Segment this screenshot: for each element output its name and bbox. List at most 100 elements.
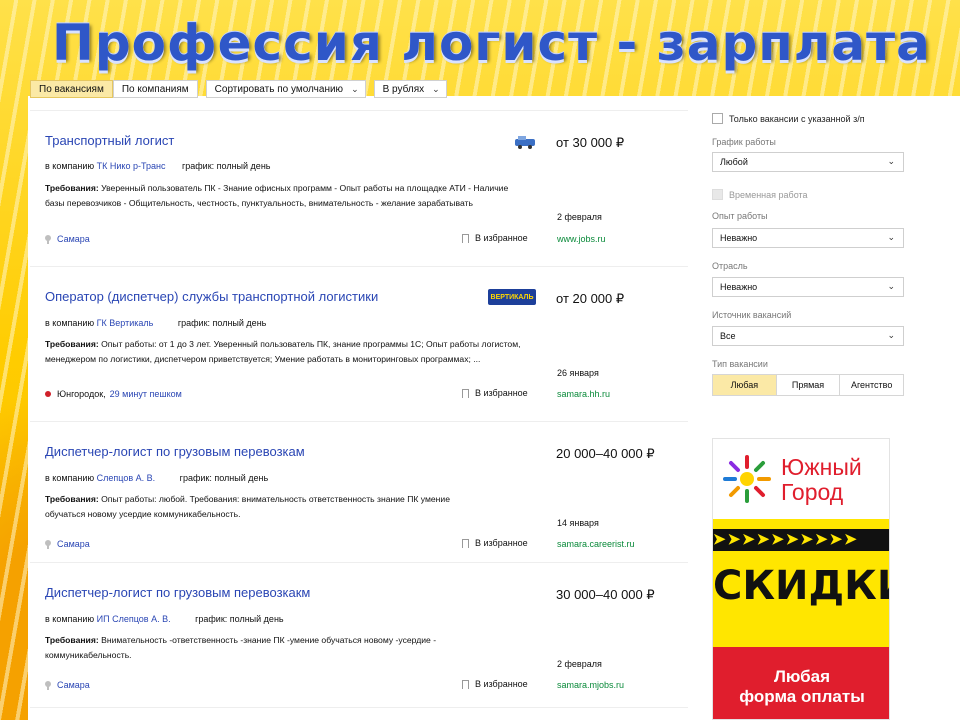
walk-time-link[interactable]: 29 минут пешком [110, 389, 182, 399]
chevron-down-icon: ⌄ [887, 232, 895, 242]
vacancy-requirements: Требования: Опыт работы: от 1 до 3 лет. … [45, 337, 525, 367]
vacancy-salary: от 20 000 ₽ [556, 291, 625, 306]
chevron-down-icon: ⌄ [351, 83, 359, 94]
favorites-label: В избранное [475, 233, 528, 243]
vacancy-source-link[interactable]: samara.mjobs.ru [557, 680, 624, 690]
vacancy-requirements: Требования: Внимательность -ответственно… [45, 633, 495, 663]
schedule-label: график: [195, 614, 228, 624]
source-filter-label: Источник вакансий [712, 310, 792, 320]
ad-arrow-stripe: ➤➤➤➤➤➤➤➤➤➤ [713, 529, 889, 551]
vacancy-card: Диспетчер-логист по грузовым перевозкам … [30, 421, 688, 562]
vacancy-source-link[interactable]: samara.hh.ru [557, 389, 610, 399]
sort-dropdown[interactable]: Сортировать по умолчанию ⌄ [205, 80, 366, 98]
industry-select-value: Неважно [720, 282, 758, 292]
industry-filter-label: Отрасль [712, 261, 748, 271]
industry-select[interactable]: Неважно ⌄ [712, 277, 904, 297]
vacancy-type-direct[interactable]: Прямая [777, 375, 841, 395]
tab-by-vacancies[interactable]: По вакансиям [30, 80, 113, 98]
requirements-text: Внимательность -ответственность -знание … [45, 635, 437, 660]
schedule-value: полный день [216, 161, 271, 171]
vacancy-card: Диспетчер-логист по грузовым перевозкакм… [30, 562, 688, 708]
vacancy-date: 2 февраля [557, 212, 602, 222]
requirements-text: Уверенный пользователь ПК - Знание офисн… [45, 183, 509, 208]
temporary-work-label: Временная работа [729, 189, 808, 200]
checkbox-icon [712, 113, 723, 124]
vacancy-location: Самара [45, 680, 90, 690]
vacancy-source-link[interactable]: www.jobs.ru [557, 234, 606, 244]
company-prefix: в компанию [45, 473, 95, 483]
schedule-value: полный день [214, 473, 269, 483]
requirements-label: Требования: [45, 494, 99, 504]
favorites-label: В избранное [475, 388, 528, 398]
temporary-work-checkbox[interactable]: Временная работа [712, 189, 808, 200]
experience-filter-label: Опыт работы [712, 211, 768, 221]
vacancy-company-row: в компанию ГК Вертикаль график: полный д… [45, 318, 266, 328]
chevron-down-icon: ⌄ [887, 156, 895, 166]
metro-station: Юнгородок, [57, 389, 106, 399]
salary-only-label: Только вакансии с указанной з/п [729, 113, 865, 124]
vacancy-card: Оператор (диспетчер) службы транспортной… [30, 266, 688, 421]
add-to-favorites-button[interactable]: В избранное [462, 538, 528, 549]
bookmark-icon [462, 388, 469, 399]
tab-by-companies[interactable]: По компаниям [112, 80, 198, 98]
ad-brand-line1: Южный [781, 454, 862, 480]
bookmark-icon [462, 679, 469, 690]
schedule-select[interactable]: Любой ⌄ [712, 152, 904, 172]
location-link[interactable]: Самара [57, 539, 90, 549]
schedule-select-value: Любой [720, 157, 748, 167]
vacancy-card: Транспортный логист от 30 000 ₽ в компан… [30, 110, 688, 266]
vacancy-type-any[interactable]: Любая [713, 375, 777, 395]
schedule-label: график: [181, 161, 215, 171]
checkbox-icon [712, 189, 723, 200]
ad-brand-line2: Город [781, 479, 844, 505]
vacancy-company-row: в компанию ТК Нико р-Транс график: полны… [45, 161, 270, 171]
requirements-label: Требования: [45, 339, 99, 349]
company-link[interactable]: ТК Нико р-Транс [97, 161, 166, 171]
source-select[interactable]: Все ⌄ [712, 326, 904, 346]
add-to-favorites-button[interactable]: В избранное [462, 233, 528, 244]
ad-sale-text: СКИДКИ [713, 563, 889, 609]
location-link[interactable]: Самара [57, 680, 90, 690]
vacancy-source-link[interactable]: samara.careerist.ru [557, 539, 635, 549]
vacancy-salary: 30 000–40 000 ₽ [556, 587, 655, 602]
add-to-favorites-button[interactable]: В избранное [462, 679, 528, 690]
advertisement-banner[interactable]: Южный Город ➤➤➤➤➤➤➤➤➤➤ СКИДКИ Любая форм… [712, 438, 890, 720]
currency-dropdown[interactable]: В рублях ⌄ [373, 80, 447, 98]
vacancy-salary: от 30 000 ₽ [556, 135, 625, 150]
add-to-favorites-button[interactable]: В избранное [462, 388, 528, 399]
chevron-down-icon: ⌄ [887, 281, 895, 291]
vacancy-title-link[interactable]: Оператор (диспетчер) службы транспортной… [45, 289, 378, 304]
vacancy-date: 26 января [557, 368, 599, 378]
company-link[interactable]: ГК Вертикаль [97, 318, 154, 328]
company-link[interactable]: ИП Слепцов А. В. [97, 614, 171, 624]
source-select-value: Все [720, 331, 736, 341]
vacancy-title-link[interactable]: Диспетчер-логист по грузовым перевозкам [45, 444, 305, 459]
company-prefix: в компанию [45, 161, 95, 171]
vacancy-type-agency[interactable]: Агентство [840, 375, 903, 395]
vacancy-type-segmented: Любая Прямая Агентство [712, 374, 904, 396]
vacancy-title-link[interactable]: Транспортный логист [45, 133, 174, 148]
location-link[interactable]: Самара [57, 234, 90, 244]
experience-select[interactable]: Неважно ⌄ [712, 228, 904, 248]
search-toolbar: По вакансиям По компаниям Сортировать по… [30, 80, 447, 100]
bookmark-icon [462, 538, 469, 549]
requirements-label: Требования: [45, 635, 99, 645]
currency-dropdown-label: В рублях [382, 83, 425, 95]
chevron-down-icon: ⌄ [887, 330, 895, 340]
ad-payment-text: Любая форма оплаты [713, 667, 889, 707]
company-link[interactable]: Слепцов А. В. [97, 473, 155, 483]
company-prefix: в компанию [45, 318, 95, 328]
salary-only-checkbox[interactable]: Только вакансии с указанной з/п [712, 113, 865, 124]
vacancy-title-link[interactable]: Диспетчер-логист по грузовым перевозкакм [45, 585, 310, 600]
favorites-label: В избранное [475, 679, 528, 689]
vacancy-location: Самара [45, 234, 90, 244]
map-pin-icon [45, 680, 51, 690]
vacancy-company-row: в компанию ИП Слепцов А. В. график: полн… [45, 614, 284, 624]
schedule-value: полный день [229, 614, 284, 624]
company-logo [515, 136, 535, 149]
schedule-label: график: [179, 473, 212, 483]
vacancy-salary: 20 000–40 000 ₽ [556, 446, 655, 461]
ad-payment-line1: Любая [773, 667, 831, 686]
bookmark-icon [462, 233, 469, 244]
schedule-value: полный день [212, 318, 267, 328]
